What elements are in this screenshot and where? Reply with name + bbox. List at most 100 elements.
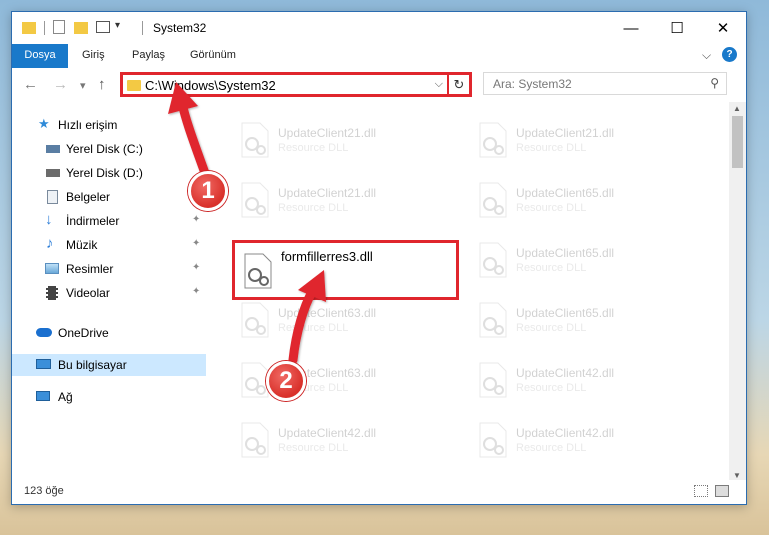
list-item[interactable]: UpdateClient42.dll Resource DLL <box>470 356 700 408</box>
pin-icon[interactable]: ✦ <box>192 262 200 273</box>
music-icon: ♪ <box>46 235 54 252</box>
search-input[interactable]: Ara: System32 ⚲ <box>483 72 727 95</box>
sidebar-item-network[interactable]: Ağ <box>12 386 206 408</box>
details-view-button[interactable] <box>694 485 708 497</box>
up-button[interactable]: ↑ <box>98 76 106 93</box>
file-type: Resource DLL <box>516 262 587 274</box>
documents-icon <box>47 190 58 204</box>
sidebar-item-quick-access[interactable]: ★ Hızlı erişim <box>12 114 206 136</box>
search-icon[interactable]: ⚲ <box>710 76 719 90</box>
sidebar-item-local-disk-c[interactable]: Yerel Disk (C:) <box>12 138 206 160</box>
dll-file-icon <box>241 422 269 458</box>
scroll-thumb[interactable] <box>732 116 743 168</box>
list-item[interactable]: UpdateClient65.dll Resource DLL <box>470 176 700 228</box>
sidebar-item-label: Resimler <box>66 262 114 276</box>
pictures-icon <box>45 263 59 274</box>
sidebar-item-music[interactable]: ♪ Müzik ✦ <box>12 234 206 256</box>
folder-icon <box>127 80 141 91</box>
sidebar-item-downloads[interactable]: ↓ İndirmeler ✦ <box>12 210 206 232</box>
maximize-button[interactable]: ☐ <box>654 12 700 44</box>
sidebar-item-onedrive[interactable]: OneDrive <box>12 322 206 344</box>
sidebar-item-this-pc[interactable]: Bu bilgisayar <box>12 354 206 376</box>
sidebar-item-label: Belgeler <box>66 190 111 204</box>
file-name: UpdateClient65.dll <box>516 246 615 260</box>
list-item[interactable]: UpdateClient65.dll Resource DLL <box>470 296 700 348</box>
scroll-down-arrow[interactable]: ▼ <box>733 471 741 480</box>
address-bar[interactable]: C:\Windows\System32 ⌵ ↻ <box>120 72 472 97</box>
tab-home[interactable]: Giriş <box>82 44 105 66</box>
title-bar: ▾ System32 — ☐ ✕ <box>12 12 746 44</box>
back-button[interactable]: ← <box>23 76 38 93</box>
properties-icon[interactable] <box>53 20 65 34</box>
pin-icon[interactable]: ✦ <box>192 238 200 249</box>
list-item[interactable]: UpdateClient21.dll Resource DLL <box>232 176 462 228</box>
window-title: System32 <box>153 21 207 35</box>
videos-icon <box>46 286 58 300</box>
dll-file-icon <box>479 362 507 398</box>
list-item[interactable]: UpdateClient21.dll Resource DLL <box>232 116 462 168</box>
file-name: UpdateClient63.dll <box>278 306 377 320</box>
minimize-button[interactable]: — <box>608 12 654 44</box>
tab-view[interactable]: Görünüm <box>190 44 236 66</box>
pin-icon[interactable]: ✦ <box>192 214 200 225</box>
list-item[interactable]: UpdateClient65.dll Resource DLL <box>470 236 700 288</box>
file-type: Resource DLL <box>516 382 587 394</box>
list-item[interactable]: UpdateClient63.dll Resource DLL <box>232 296 462 348</box>
sidebar-item-videos[interactable]: Videolar ✦ <box>12 282 206 304</box>
address-path: C:\Windows\System32 <box>145 78 276 93</box>
file-name: UpdateClient65.dll <box>516 186 615 200</box>
highlighted-file[interactable]: formfillerres3.dll <box>232 240 459 300</box>
sidebar-item-local-disk-d[interactable]: Yerel Disk (D:) <box>12 162 206 184</box>
file-type: Resource DLL <box>278 322 349 334</box>
view-options-icon[interactable] <box>96 21 110 33</box>
drive-icon <box>46 145 60 153</box>
cloud-icon <box>36 328 52 337</box>
file-type: Resource DLL <box>516 142 587 154</box>
dll-file-icon <box>479 242 507 278</box>
forward-button[interactable]: → <box>53 76 68 93</box>
folder-icon <box>22 22 36 34</box>
sidebar-item-label: İndirmeler <box>66 214 120 228</box>
file-name: UpdateClient21.dll <box>516 126 615 140</box>
file-list: UpdateClient21.dll Resource DLL UpdateCl… <box>206 102 726 482</box>
dll-file-icon <box>241 122 269 158</box>
sidebar-item-label: Ağ <box>58 390 73 404</box>
file-name: UpdateClient21.dll <box>278 186 377 200</box>
list-item[interactable]: UpdateClient42.dll Resource DLL <box>232 416 462 468</box>
pin-icon[interactable]: ✦ <box>192 286 200 297</box>
vertical-scrollbar[interactable]: ▲ ▼ <box>729 102 746 482</box>
help-icon[interactable]: ? <box>722 47 737 62</box>
close-button[interactable]: ✕ <box>700 12 746 44</box>
list-item[interactable]: UpdateClient42.dll Resource DLL <box>470 416 700 468</box>
step-2-badge: 2 <box>266 361 306 401</box>
dll-file-icon <box>241 182 269 218</box>
customize-toolbar-icon[interactable]: ▾ <box>115 20 120 36</box>
sidebar-item-label: Yerel Disk (D:) <box>66 166 143 180</box>
sidebar-item-documents[interactable]: Belgeler <box>12 186 206 208</box>
chevron-down-icon[interactable]: ⌵ <box>702 44 711 66</box>
sidebar-item-pictures[interactable]: Resimler ✦ <box>12 258 206 280</box>
list-item[interactable]: UpdateClient21.dll Resource DLL <box>470 116 700 168</box>
dll-file-icon <box>244 253 272 289</box>
item-count: 123 öğe <box>24 485 64 497</box>
file-name: UpdateClient65.dll <box>516 306 615 320</box>
download-icon: ↓ <box>45 211 53 228</box>
star-icon: ★ <box>38 116 50 131</box>
explorer-window: ▾ System32 — ☐ ✕ Dosya Giriş Paylaş Görü… <box>11 11 747 505</box>
file-type: Resource DLL <box>278 442 349 454</box>
sidebar-item-label: Hızlı erişim <box>58 118 118 132</box>
scroll-up-arrow[interactable]: ▲ <box>733 104 741 113</box>
dll-file-icon <box>479 422 507 458</box>
file-type: Resource DLL <box>516 442 587 454</box>
computer-icon <box>36 359 51 369</box>
navigation-pane: ★ Hızlı erişim Yerel Disk (C:) Yerel Dis… <box>12 102 206 482</box>
dll-file-icon <box>479 122 507 158</box>
large-icons-view-button[interactable] <box>715 485 729 497</box>
tab-share[interactable]: Paylaş <box>132 44 165 66</box>
recent-locations-button[interactable]: ▾ <box>80 79 86 92</box>
refresh-button[interactable]: ↻ <box>447 72 469 97</box>
search-placeholder: Ara: System32 <box>493 77 572 91</box>
file-type: Resource DLL <box>278 202 349 214</box>
address-dropdown-icon[interactable]: ⌵ <box>435 78 443 91</box>
new-folder-icon[interactable] <box>74 22 88 34</box>
